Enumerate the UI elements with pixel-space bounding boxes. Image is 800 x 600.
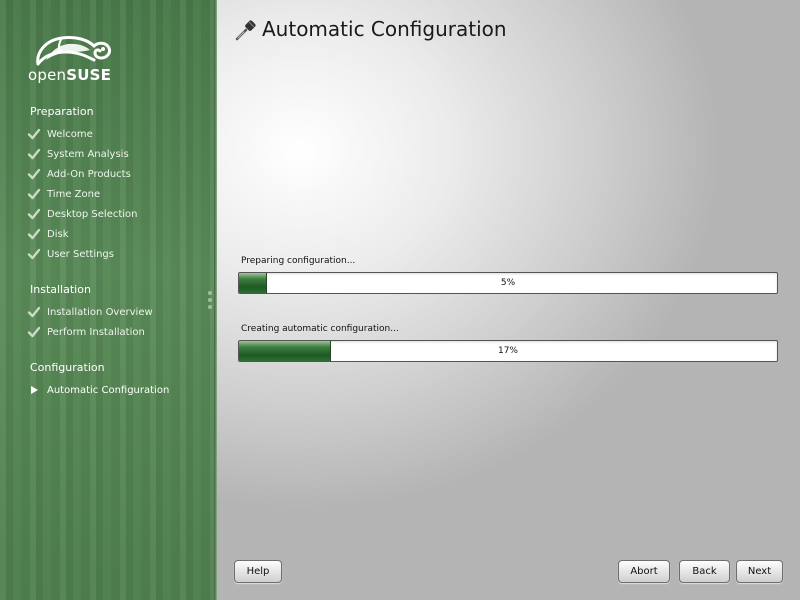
sidebar-step-welcome: Welcome [27, 126, 93, 142]
progress-percent-text: 17% [497, 346, 518, 356]
splitter-grip-dot[interactable] [208, 305, 212, 309]
sidebar: openSUSE Preparation Welcome System Anal… [0, 0, 214, 600]
sidebar-step-add-on-products: Add-On Products [27, 166, 131, 182]
sidebar-step-disk: Disk [27, 226, 68, 242]
section-title-installation: Installation [30, 283, 91, 296]
progress-label-preparing: Preparing configuration... [241, 256, 356, 266]
splitter-grip-dot[interactable] [208, 291, 212, 295]
sidebar-splitter[interactable] [214, 0, 217, 600]
checkmark-icon [27, 325, 41, 339]
current-step-arrow-icon [27, 383, 41, 397]
page-title: Automatic Configuration [262, 17, 507, 41]
progress-bar-creating: 17% [238, 340, 778, 362]
progress-label-creating: Creating automatic configuration... [241, 324, 399, 334]
back-button[interactable]: Back [679, 560, 730, 583]
checkmark-icon [27, 167, 41, 181]
next-button[interactable]: Next [736, 560, 783, 583]
gecko-icon [36, 36, 111, 66]
checkmark-icon [27, 187, 41, 201]
checkmark-icon [27, 127, 41, 141]
splitter-grip-dot[interactable] [208, 298, 212, 302]
sidebar-step-desktop-selection: Desktop Selection [27, 206, 138, 222]
sidebar-step-time-zone: Time Zone [27, 186, 100, 202]
checkmark-icon [27, 247, 41, 261]
checkmark-icon [27, 147, 41, 161]
sidebar-step-system-analysis: System Analysis [27, 146, 129, 162]
sidebar-step-installation-overview: Installation Overview [27, 304, 153, 320]
section-title-configuration: Configuration [30, 361, 105, 374]
checkmark-icon [27, 305, 41, 319]
sidebar-step-automatic-configuration: Automatic Configuration [27, 382, 169, 398]
section-title-preparation: Preparation [30, 105, 94, 118]
progress-percent-text: 5% [500, 278, 516, 288]
checkmark-icon [27, 227, 41, 241]
wrench-screwdriver-icon [234, 18, 258, 42]
checkmark-icon [27, 207, 41, 221]
sidebar-step-perform-installation: Perform Installation [27, 324, 145, 340]
logo-text: openSUSE [28, 66, 112, 84]
abort-button[interactable]: Abort [618, 560, 670, 583]
help-button[interactable]: Help [234, 560, 282, 583]
opensuse-logo: openSUSE [28, 30, 118, 84]
progress-bar-preparing: 5% [238, 272, 778, 294]
sidebar-step-user-settings: User Settings [27, 246, 114, 262]
